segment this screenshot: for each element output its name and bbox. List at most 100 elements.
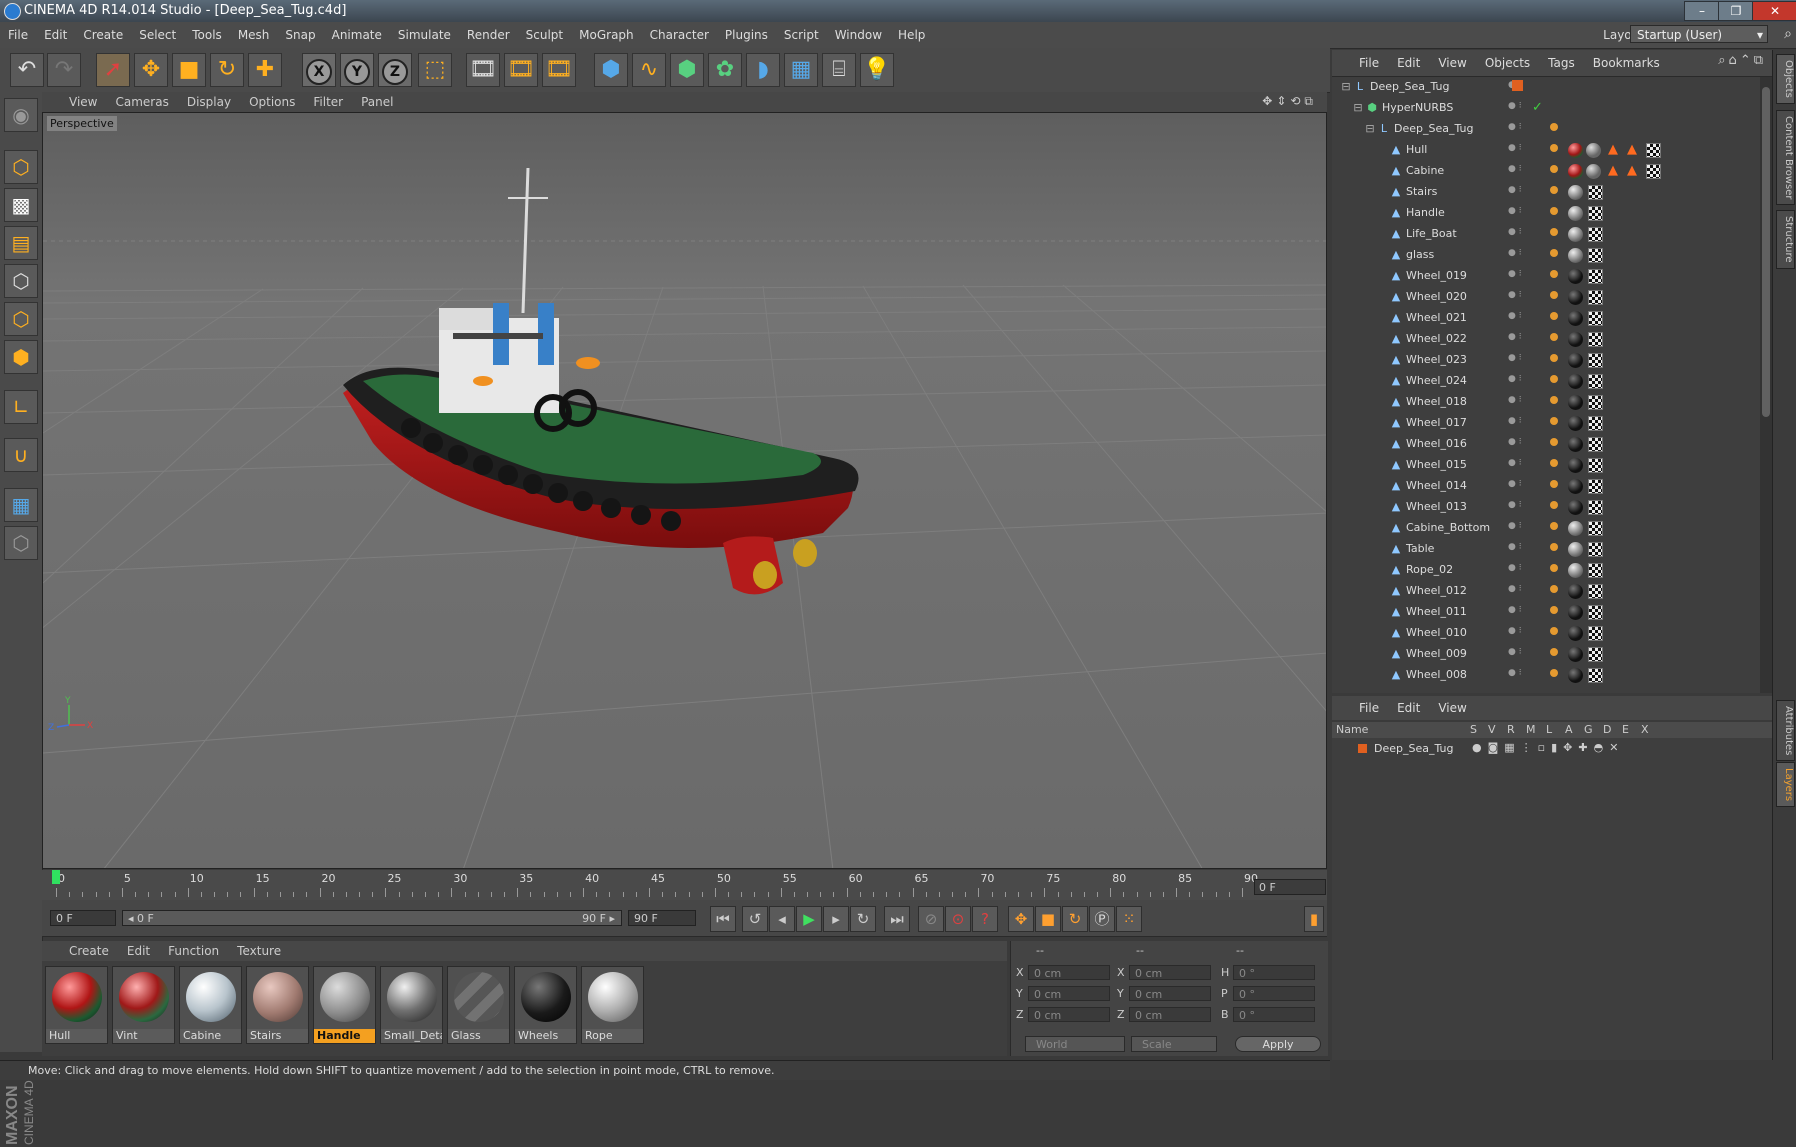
texture-tag-icon[interactable]: [1568, 416, 1583, 431]
layer-row[interactable]: Deep_Sea_Tug ●◙▦⋮▫▮✥✚◓✕: [1332, 740, 1772, 758]
render-view-icon[interactable]: 🎞: [466, 53, 500, 87]
menu-mesh[interactable]: Mesh: [230, 22, 278, 48]
play-forward-icon[interactable]: ▶: [796, 906, 822, 932]
object-row[interactable]: ▲ Wheel_021 ● ⁝: [1332, 308, 1760, 329]
phong-tag-icon[interactable]: [1550, 480, 1558, 488]
viewport-menu-display[interactable]: Display: [178, 92, 240, 112]
col-animation[interactable]: A: [1565, 723, 1573, 736]
phong-tag-icon[interactable]: [1550, 501, 1558, 509]
object-menu-view[interactable]: View: [1429, 50, 1475, 76]
tab-structure[interactable]: Structure: [1776, 210, 1795, 269]
viewport-nav-icons[interactable]: ✥⇕⟲⧉: [1262, 94, 1317, 109]
visibility-dots[interactable]: ● ⁝: [1508, 584, 1538, 598]
size-z-field[interactable]: 0 cm: [1129, 1007, 1211, 1022]
apply-button[interactable]: Apply: [1235, 1036, 1321, 1052]
object-row[interactable]: ▲ Life_Boat ● ⁝: [1332, 224, 1760, 245]
material-swatch[interactable]: Handle: [313, 966, 376, 1044]
phong-tag-icon[interactable]: [1550, 564, 1558, 572]
menu-select[interactable]: Select: [131, 22, 184, 48]
texture-tag-icon[interactable]: [1568, 584, 1583, 599]
menu-sculpt[interactable]: Sculpt: [518, 22, 571, 48]
phong-tag-icon[interactable]: [1550, 543, 1558, 551]
object-row[interactable]: ▲ Cabine ● ⁝ ▲ ▲: [1332, 161, 1760, 182]
visibility-dots[interactable]: ● ⁝: [1508, 437, 1538, 451]
visibility-dots[interactable]: ● ⁝: [1508, 416, 1538, 430]
workplane-lock-icon[interactable]: ▦: [4, 488, 38, 522]
texture-tag-icon[interactable]: [1568, 311, 1583, 326]
visibility-dots[interactable]: ● ⁝: [1508, 227, 1538, 241]
visibility-dots[interactable]: ● ⁝: [1508, 374, 1538, 388]
nurbs-icon[interactable]: ⬢: [670, 53, 704, 87]
visibility-dots[interactable]: ● ⁝: [1508, 332, 1538, 346]
layer-color-swatch[interactable]: [1512, 80, 1523, 91]
menu-script[interactable]: Script: [776, 22, 827, 48]
search-icon[interactable]: ⌕: [1784, 26, 1792, 42]
menu-character[interactable]: Character: [642, 22, 717, 48]
menu-mograph[interactable]: MoGraph: [571, 22, 642, 48]
phong-tag-icon[interactable]: [1550, 522, 1558, 530]
material-swatch[interactable]: Hull: [45, 966, 108, 1044]
viewport-camera-label[interactable]: Perspective: [47, 116, 117, 131]
menu-snap[interactable]: Snap: [277, 22, 323, 48]
col-locked[interactable]: L: [1546, 723, 1552, 736]
texture-tag-icon[interactable]: [1568, 626, 1583, 641]
texture-tag-icon[interactable]: [1568, 605, 1583, 620]
object-name[interactable]: HyperNURBS: [1382, 101, 1453, 114]
material-menu-texture[interactable]: Texture: [228, 941, 290, 961]
material-menu-edit[interactable]: Edit: [118, 941, 159, 961]
layer-menu-view[interactable]: View: [1429, 696, 1475, 720]
object-name[interactable]: Wheel_009: [1406, 647, 1467, 660]
object-name[interactable]: Cabine: [1406, 164, 1444, 177]
phong-tag-icon[interactable]: [1550, 291, 1558, 299]
pos-y-field[interactable]: 0 cm: [1028, 986, 1110, 1001]
visibility-dots[interactable]: ● ⁝: [1508, 311, 1538, 325]
edges-mode-icon[interactable]: ⬡: [4, 302, 38, 336]
object-row[interactable]: ▲ Hull ● ⁝ ▲ ▲: [1332, 140, 1760, 161]
phong-tag-icon[interactable]: [1550, 270, 1558, 278]
uvw-tag-icon[interactable]: [1588, 605, 1603, 620]
texture-tag-icon[interactable]: [1568, 521, 1583, 536]
array-icon[interactable]: ✿: [708, 53, 742, 87]
undo-icon[interactable]: ↶: [10, 53, 44, 87]
texture-tag-icon[interactable]: [1568, 206, 1583, 221]
texture-tag-icon[interactable]: [1568, 542, 1583, 557]
coordinate-mode-dropdown[interactable]: World: [1025, 1036, 1125, 1052]
col-solo[interactable]: S: [1470, 723, 1477, 736]
uvw-tag-icon[interactable]: [1588, 458, 1603, 473]
texture-tag-icon[interactable]: [1568, 269, 1583, 284]
object-menu-edit[interactable]: Edit: [1388, 50, 1429, 76]
layer-menu-edit[interactable]: Edit: [1388, 696, 1429, 720]
tab-content-browser[interactable]: Content Browser: [1776, 110, 1795, 206]
minimize-button[interactable]: –: [1684, 1, 1720, 21]
render-settings-icon[interactable]: 🎞: [542, 53, 576, 87]
end-frame-field[interactable]: 90 F: [628, 910, 696, 926]
visibility-dots[interactable]: ● ⁝: [1508, 500, 1538, 514]
object-row[interactable]: ▲ Wheel_013 ● ⁝: [1332, 497, 1760, 518]
visibility-dots[interactable]: ● ⁝: [1508, 164, 1538, 178]
visibility-dots[interactable]: ● ⁝: [1508, 248, 1538, 262]
texture-tag-icon[interactable]: [1568, 164, 1583, 179]
object-name[interactable]: Wheel_008: [1406, 668, 1467, 681]
next-key-icon[interactable]: ↻: [850, 906, 876, 932]
viewport-menu-filter[interactable]: Filter: [304, 92, 352, 112]
texture-tag-icon[interactable]: [1586, 164, 1601, 179]
tab-attributes[interactable]: Attributes: [1776, 700, 1795, 762]
timeline-window-icon[interactable]: ▮: [1304, 906, 1324, 932]
object-row[interactable]: ▲ Wheel_017 ● ⁝: [1332, 413, 1760, 434]
autokey-icon[interactable]: ⊙: [945, 906, 971, 932]
material-swatch[interactable]: Rope: [581, 966, 644, 1044]
solo-icon[interactable]: ⬡: [4, 526, 38, 560]
layer-color-swatch[interactable]: [1358, 744, 1367, 753]
col-view[interactable]: V: [1488, 723, 1496, 736]
menu-render[interactable]: Render: [459, 22, 518, 48]
rot-h-field[interactable]: 0 °: [1233, 965, 1315, 980]
object-menu-bookmarks[interactable]: Bookmarks: [1584, 50, 1669, 76]
frame-range-slider[interactable]: ◂ 0 F 90 F ▸: [122, 910, 622, 926]
texture-tag-icon[interactable]: [1568, 374, 1583, 389]
object-row[interactable]: ▲ Wheel_015 ● ⁝: [1332, 455, 1760, 476]
uvw-tag-icon[interactable]: [1588, 521, 1603, 536]
object-row[interactable]: ▲ Wheel_016 ● ⁝: [1332, 434, 1760, 455]
points-mode-icon[interactable]: ⬡: [4, 264, 38, 298]
object-row[interactable]: ▲ Wheel_009 ● ⁝: [1332, 644, 1760, 665]
object-name[interactable]: Deep_Sea_Tug: [1370, 80, 1449, 93]
